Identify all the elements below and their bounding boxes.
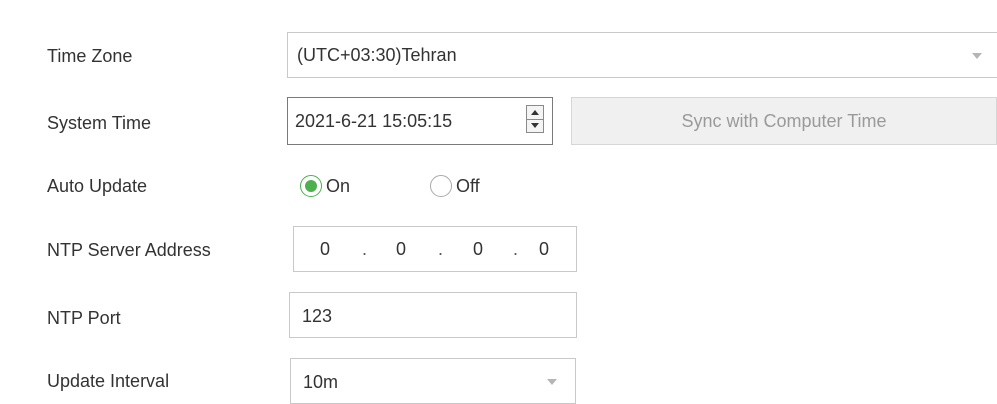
- arrow-down-icon: [531, 123, 539, 128]
- ntp-server-address-label: NTP Server Address: [47, 240, 211, 260]
- ip-octet-2[interactable]: 0: [391, 237, 411, 261]
- radio-on[interactable]: [300, 175, 322, 197]
- system-time-label: System Time: [47, 113, 152, 133]
- update-interval-value: 10m: [303, 372, 339, 392]
- auto-update-on-option[interactable]: On: [300, 175, 370, 201]
- ntp-port-label: NTP Port: [47, 308, 121, 328]
- radio-off[interactable]: [430, 175, 452, 197]
- update-interval-label: Update Interval: [47, 371, 170, 391]
- chevron-down-icon[interactable]: [972, 53, 982, 59]
- radio-on-label: On: [326, 176, 351, 196]
- auto-update-label: Auto Update: [47, 176, 148, 196]
- ntp-port-value: 123: [302, 306, 333, 326]
- spinner-up-button[interactable]: [527, 106, 543, 120]
- update-interval-select[interactable]: 10m: [290, 358, 576, 404]
- ntp-port-input[interactable]: 123: [289, 292, 577, 338]
- sync-with-computer-time-button[interactable]: Sync with Computer Time: [571, 97, 997, 145]
- time-zone-select[interactable]: (UTC+03:30)Tehran: [287, 32, 997, 78]
- ip-octet-4[interactable]: 0: [534, 237, 554, 261]
- ip-separator: .: [362, 239, 368, 259]
- ip-separator: .: [513, 239, 519, 259]
- chevron-down-icon[interactable]: [547, 379, 557, 385]
- system-time-value: 2021-6-21 15:05:15: [295, 111, 453, 131]
- ntp-server-address-input[interactable]: 0 . 0 . 0 . 0: [293, 226, 577, 272]
- spinner-down-button[interactable]: [527, 119, 543, 132]
- radio-off-label: Off: [456, 176, 480, 196]
- time-spinner[interactable]: [526, 105, 544, 133]
- arrow-up-icon: [531, 110, 539, 115]
- time-zone-label: Time Zone: [47, 46, 133, 66]
- auto-update-off-option[interactable]: Off: [430, 175, 500, 201]
- radio-selected-dot: [305, 180, 317, 192]
- ip-separator: .: [438, 239, 444, 259]
- ip-octet-3[interactable]: 0: [468, 237, 488, 261]
- time-zone-value: (UTC+03:30)Tehran: [297, 45, 457, 65]
- ip-octet-1[interactable]: 0: [315, 237, 335, 261]
- system-time-input[interactable]: 2021-6-21 15:05:15: [287, 97, 553, 145]
